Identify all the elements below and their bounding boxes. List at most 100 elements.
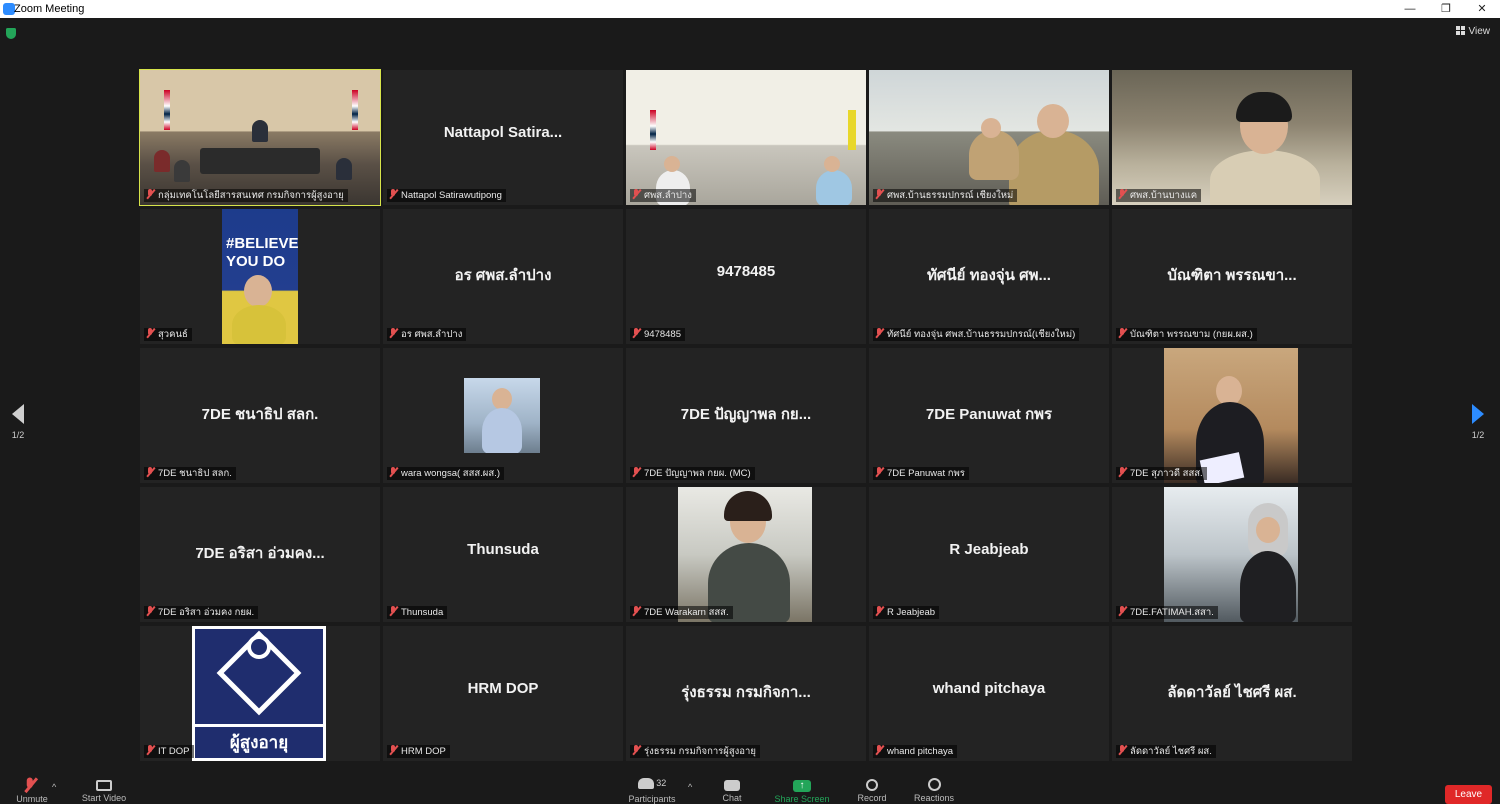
mic-muted-icon [875, 745, 884, 755]
participant-video [869, 70, 1109, 205]
security-shield-icon[interactable] [6, 28, 16, 39]
participant-name-label: 7DE Panuwat กพร [873, 467, 969, 480]
next-page-indicator: 1/2 [1471, 430, 1485, 440]
audio-options-caret[interactable]: ^ [52, 782, 56, 792]
participant-name: 9478485 [644, 329, 681, 340]
participant-name-label: 7DE Warakarn สสส. [630, 606, 733, 619]
participant-tile[interactable]: 9478485 9478485 [626, 209, 866, 344]
participant-name-label: 7DE ชนาธิป สลก. [144, 467, 236, 480]
record-label: Record [857, 793, 887, 803]
participant-name: 7DE.FATIMAH.สสา. [1130, 607, 1214, 618]
reactions-button[interactable]: Reactions [910, 778, 958, 803]
participant-name-label: ลัดดาวัลย์ ไชศรี ผส. [1116, 745, 1216, 758]
chevron-left-icon[interactable] [12, 404, 24, 424]
leave-button[interactable]: Leave [1445, 785, 1492, 804]
participant-name-label: บัณฑิตา พรรณขาม (กยผ.ผส.) [1116, 328, 1257, 341]
view-button[interactable]: View [1455, 26, 1491, 37]
mic-muted-icon [632, 189, 641, 199]
mic-muted-icon [632, 328, 641, 338]
participant-tile[interactable]: 7DE ชนาธิป สลก. 7DE ชนาธิป สลก. [140, 348, 380, 483]
participant-video [1112, 70, 1352, 205]
close-button[interactable]: ✕ [1464, 0, 1500, 18]
participant-name-label: ศพส.ลำปาง [630, 189, 696, 202]
participant-tile[interactable]: 7DE สุภาวดี สสส. [1112, 348, 1352, 483]
participant-tile[interactable]: อร ศพส.ลำปาง อร ศพส.ลำปาง [383, 209, 623, 344]
participant-name-label: whand pitchaya [873, 745, 958, 758]
participant-tile[interactable]: Thunsuda Thunsuda [383, 487, 623, 622]
gallery-grid-icon [1455, 26, 1465, 35]
participant-name-label: IT DOP [144, 745, 194, 758]
participant-tile[interactable]: wara wongsa( สสส.ผส.) [383, 348, 623, 483]
mic-muted-icon [389, 745, 398, 755]
start-video-label: Start Video [81, 793, 127, 803]
chat-bubble-icon [724, 780, 740, 791]
mic-muted-icon [1118, 328, 1127, 338]
participant-name: สุวคนธ์ [158, 329, 188, 340]
participant-tile[interactable]: ทัศนีย์ ทองจุ่น ศพ... ทัศนีย์ ทองจุ่น ศพส… [869, 209, 1109, 344]
participant-name-label: 7DE อริสา อ่วมคง กยผ. [144, 606, 259, 619]
participant-display-name: 7DE ชนาธิป สลก. [201, 406, 319, 423]
participant-video [464, 378, 540, 453]
mic-muted-icon [632, 745, 641, 755]
participant-tile[interactable]: HRM DOP HRM DOP [383, 626, 623, 761]
participant-name: 7DE Panuwat กพร [887, 468, 965, 479]
unmute-label: Unmute [16, 794, 48, 804]
participant-tile[interactable]: 7DE อริสา อ่วมคง... 7DE อริสา อ่วมคง กยผ. [140, 487, 380, 622]
participant-tile[interactable]: 7DE.FATIMAH.สสา. [1112, 487, 1352, 622]
record-icon [866, 779, 878, 791]
participant-tile[interactable]: 7DE ปัญญาพล กย... 7DE ปัญญาพล กยผ. (MC) [626, 348, 866, 483]
mic-muted-icon [146, 467, 155, 477]
participant-name-label: R Jeabjeab [873, 606, 940, 619]
participant-tile[interactable]: บัณฑิตา พรรณขา... บัณฑิตา พรรณขาม (กยผ.ผส… [1112, 209, 1352, 344]
window-titlebar: Zoom Meeting — ❐ ✕ [0, 0, 1500, 18]
mic-muted-icon [1118, 745, 1127, 755]
participant-tile[interactable]: ผู้สูงอายุ IT DOP [140, 626, 380, 761]
view-label: View [1468, 26, 1491, 37]
participant-name: IT DOP [158, 746, 190, 757]
participant-name: รุ่งธรรม กรมกิจการผู้สูงอายุ [644, 746, 756, 757]
participant-name-label: กลุ่มเทคโนโลยีสารสนเทศ กรมกิจการผู้สูงอา… [144, 189, 348, 202]
mic-muted-icon [389, 189, 398, 199]
mic-muted-icon [146, 606, 155, 616]
participant-tile[interactable]: ศพส.บ้านบางแค [1112, 70, 1352, 205]
participant-name: Nattapol Satirawutipong [401, 190, 502, 201]
participant-display-name: HRM DOP [467, 680, 539, 697]
participant-tile[interactable]: whand pitchaya whand pitchaya [869, 626, 1109, 761]
prev-page-nav[interactable]: 1/2 [8, 404, 28, 440]
participant-tile[interactable]: ลัดดาวัลย์ ไชศรี ผส. ลัดดาวัลย์ ไชศรี ผส. [1112, 626, 1352, 761]
participant-tile[interactable]: R Jeabjeab R Jeabjeab [869, 487, 1109, 622]
participant-name: 7DE อริสา อ่วมคง กยผ. [158, 607, 255, 618]
chevron-right-icon[interactable] [1472, 404, 1484, 424]
participant-tile[interactable]: #BELIEVE YOU DO สุวคนธ์ [140, 209, 380, 344]
minimize-button[interactable]: — [1392, 0, 1428, 18]
participant-name: HRM DOP [401, 746, 446, 757]
mic-off-icon [23, 777, 41, 792]
logo-text: ผู้สูงอายุ [195, 724, 323, 756]
share-screen-button[interactable]: ↑ Share Screen [770, 778, 834, 804]
participant-name: ทัศนีย์ ทองจุ่น ศพส.บ้านธรรมปกรณ์(เชียงใ… [887, 329, 1076, 340]
participant-tile[interactable]: ศพส.บ้านธรรมปกรณ์ เชียงใหม่ [869, 70, 1109, 205]
participant-tile[interactable]: กลุ่มเทคโนโลยีสารสนเทศ กรมกิจการผู้สูงอา… [139, 69, 381, 206]
start-video-button[interactable]: Start Video [78, 778, 130, 803]
unmute-button[interactable]: Unmute [14, 777, 50, 804]
participant-tile[interactable]: 7DE Warakarn สสส. [626, 487, 866, 622]
participant-name-label: wara wongsa( สสส.ผส.) [387, 467, 504, 480]
chat-button[interactable]: Chat [714, 778, 750, 803]
participants-button[interactable]: 32 Participants [622, 778, 682, 804]
record-button[interactable]: Record [852, 778, 892, 803]
participant-video [1164, 348, 1298, 483]
participant-tile[interactable]: Nattapol Satira... Nattapol Satirawutipon… [383, 70, 623, 205]
participant-name-label: HRM DOP [387, 745, 450, 758]
next-page-nav[interactable]: 1/2 [1468, 404, 1488, 440]
participant-name-label: 9478485 [630, 328, 685, 341]
participant-display-name: whand pitchaya [932, 680, 1046, 697]
mic-muted-icon [146, 745, 155, 755]
mic-muted-icon [146, 328, 155, 338]
participant-tile[interactable]: รุ่งธรรม กรมกิจกา... รุ่งธรรม กรมกิจการผู… [626, 626, 866, 761]
thumbnail-text: #BELIEVE YOU DO [226, 235, 298, 270]
participant-tile[interactable]: ศพส.ลำปาง [626, 70, 866, 205]
participant-tile[interactable]: 7DE Panuwat กพร 7DE Panuwat กพร [869, 348, 1109, 483]
restore-button[interactable]: ❐ [1428, 0, 1464, 18]
participant-name: Thunsuda [401, 607, 444, 618]
participants-options-caret[interactable]: ^ [688, 782, 692, 792]
